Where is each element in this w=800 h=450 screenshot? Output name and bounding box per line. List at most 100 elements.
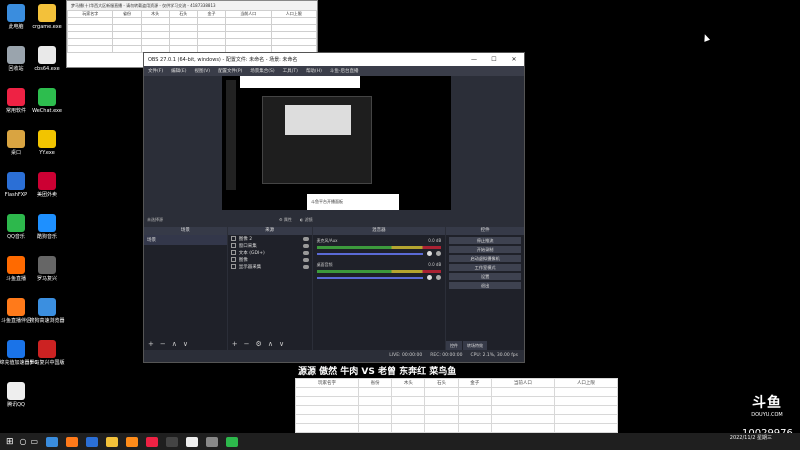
menu-item[interactable]: 视图(V): [194, 68, 210, 74]
dock-tabs: 控件 转场特效: [446, 341, 524, 350]
menu-item[interactable]: 编辑(E): [171, 68, 186, 74]
taskbar-app-icon[interactable]: [126, 436, 139, 447]
task-view-icon[interactable]: ▭: [31, 437, 39, 446]
gear-icon[interactable]: [436, 251, 442, 256]
taskbar-app-icon[interactable]: [206, 436, 219, 447]
preview-popup: 斗鱼平台开播面板: [307, 194, 399, 210]
app-icon: [38, 340, 56, 358]
move-down-icon[interactable]: ∨: [183, 340, 188, 348]
gear-icon[interactable]: [436, 275, 442, 280]
taskbar-app-icon[interactable]: [106, 436, 119, 447]
obs-preview[interactable]: 斗鱼平台开播面板: [222, 76, 451, 210]
move-down-icon[interactable]: ∨: [279, 340, 284, 348]
remove-scene-icon[interactable]: −: [160, 340, 166, 348]
controls-header: 控件: [446, 227, 524, 235]
app-icon: [7, 46, 25, 64]
douyu-logo: 斗鱼: [752, 395, 782, 411]
taskbar-app-icon[interactable]: [186, 436, 199, 447]
app-icon: [38, 298, 56, 316]
source-item[interactable]: 窗口采集: [228, 242, 312, 249]
add-source-icon[interactable]: +: [232, 340, 238, 348]
taskbar-app-icon[interactable]: [86, 436, 99, 447]
desktop-icon-label: YY.exe: [39, 150, 55, 156]
taskbar-clock[interactable]: 2022/11/2 星期三: [730, 435, 772, 441]
desktop-icon[interactable]: 酷狗音乐: [27, 214, 67, 250]
visibility-eye-icon[interactable]: [302, 250, 309, 255]
source-item[interactable]: 图像: [228, 256, 312, 263]
source-type-icon: [230, 250, 236, 255]
desktop-icon[interactable]: 美团外卖: [27, 172, 67, 208]
source-item[interactable]: 图像 2: [228, 235, 312, 242]
dock-tab[interactable]: 控件: [446, 341, 462, 350]
menu-item[interactable]: 配置文件(P): [218, 68, 242, 74]
dock-tab[interactable]: 转场特效: [463, 341, 487, 350]
visibility-eye-icon[interactable]: [302, 257, 309, 262]
source-item[interactable]: 文本 (GDI+): [228, 249, 312, 256]
obs-titlebar[interactable]: OBS 27.0.1 (64-bit, windows) - 配置文件: 未命名…: [144, 53, 524, 66]
close-button[interactable]: ✕: [504, 56, 524, 63]
app-icon: [38, 4, 56, 22]
desktop-icon-label: FlashFXP: [4, 192, 28, 198]
menu-item[interactable]: 工具(T): [283, 68, 298, 74]
menu-item[interactable]: 帮助(H): [306, 68, 322, 74]
maximize-button[interactable]: ☐: [484, 56, 504, 63]
control-button[interactable]: 设置: [449, 273, 521, 280]
desktop-icon[interactable]: YY.exe: [27, 130, 67, 166]
properties-button[interactable]: ⚙ 属性: [279, 217, 292, 223]
visibility-eye-icon[interactable]: [302, 236, 309, 241]
obs-window[interactable]: OBS 27.0.1 (64-bit, windows) - 配置文件: 未命名…: [143, 52, 525, 363]
speaker-icon[interactable]: [427, 251, 433, 256]
douyu-watermark: 斗鱼 DOUYU.COM: [742, 392, 792, 418]
mixer-channel: 桌面音频 0.0 dB: [313, 259, 446, 283]
desktop-icon-label: 斗鱼直播: [5, 276, 26, 282]
app-icon: [7, 172, 25, 190]
desktop-icon[interactable]: 罗马复兴: [27, 256, 67, 292]
desktop-icon[interactable]: cbs64.exe: [27, 46, 67, 82]
desktop-icon[interactable]: 罗马复兴中国版: [27, 340, 67, 376]
app-icon: [7, 214, 25, 232]
visibility-eye-icon[interactable]: [302, 243, 309, 248]
search-icon[interactable]: ○: [20, 437, 27, 446]
remove-source-icon[interactable]: −: [244, 340, 250, 348]
scene-item[interactable]: 场景: [144, 235, 227, 245]
minimize-button[interactable]: —: [464, 56, 484, 63]
column-header: 金子: [457, 378, 492, 388]
taskbar-app-icon[interactable]: [146, 436, 159, 447]
stream-overlay-text: 源源 傲然 牛肉 VS 老曾 东奔红 菜鸟鱼: [298, 367, 457, 377]
desktop-icon[interactable]: 腾讯QQ: [0, 382, 36, 418]
menu-item[interactable]: 文件(F): [148, 68, 163, 74]
taskbar-app-icon[interactable]: [166, 436, 179, 447]
taskbar-app-icon[interactable]: [226, 436, 239, 447]
app-icon: [38, 46, 56, 64]
source-label: 窗口采集: [238, 243, 257, 249]
add-scene-icon[interactable]: +: [148, 340, 154, 348]
app-icon: [7, 88, 25, 106]
taskbar-app-icon[interactable]: [46, 436, 59, 447]
control-button[interactable]: 停止推流: [449, 237, 521, 244]
column-header: 人口上限: [270, 10, 317, 18]
control-button[interactable]: 退出: [449, 282, 521, 289]
speaker-icon[interactable]: [427, 275, 433, 280]
volume-slider[interactable]: [316, 276, 424, 279]
menu-item[interactable]: 场景集合(S): [250, 68, 274, 74]
desktop-icon[interactable]: WeChat.exe: [27, 88, 67, 124]
filters-button[interactable]: ◐ 滤镜: [300, 217, 313, 223]
taskbar-app-icon[interactable]: [66, 436, 79, 447]
move-up-icon[interactable]: ∧: [268, 340, 273, 348]
desktop-icon[interactable]: crgame.exe: [27, 4, 67, 40]
control-button[interactable]: 开始录制: [449, 246, 521, 253]
source-label: 图像 2: [238, 236, 253, 242]
volume-slider[interactable]: [316, 252, 424, 255]
source-settings-icon[interactable]: ⚙: [256, 340, 262, 348]
menu-item[interactable]: 斗鱼-后台直播: [330, 68, 359, 74]
controls-dock: 控件 停止推流开始录制启动虚拟摄像机 工作室模式设置退出: [446, 227, 524, 350]
control-button[interactable]: 工作室模式: [449, 264, 521, 271]
control-button[interactable]: 启动虚拟摄像机: [449, 255, 521, 262]
sources-toolbar: + − ⚙ ∧ ∨: [232, 340, 284, 348]
desktop-icon[interactable]: 搜狗高速浏览器: [27, 298, 67, 334]
preview-obs-nested: [262, 96, 372, 184]
source-item[interactable]: 显示器采集: [228, 263, 312, 270]
visibility-eye-icon[interactable]: [302, 264, 309, 269]
start-button[interactable]: ⊞: [6, 437, 14, 447]
move-up-icon[interactable]: ∧: [172, 340, 177, 348]
